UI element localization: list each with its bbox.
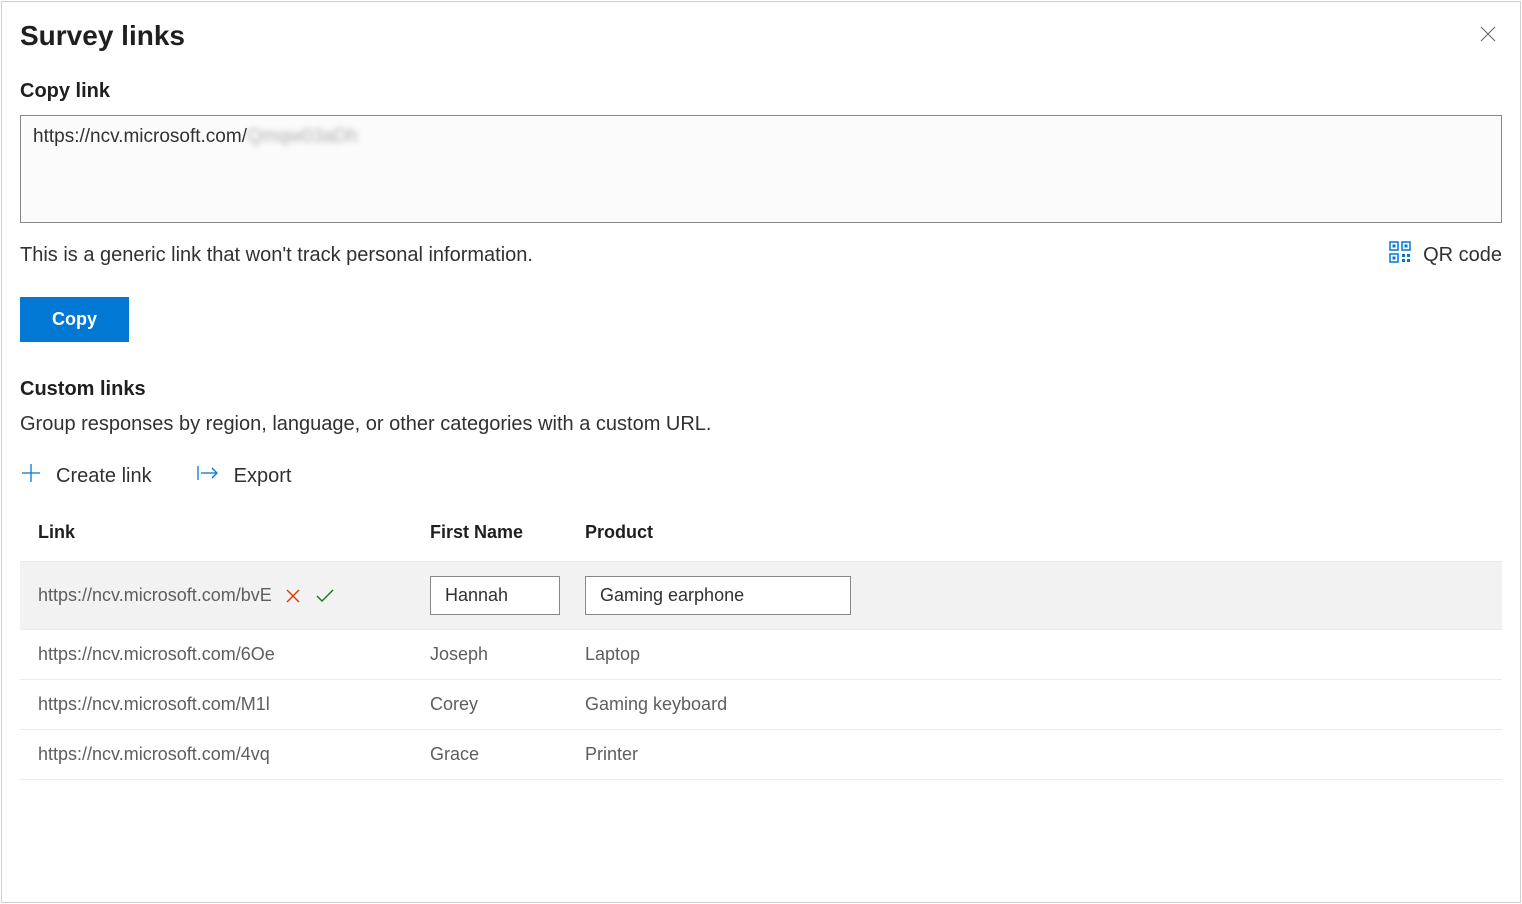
table-row[interactable]: https://ncv.microsoft.com/bvE — [20, 562, 1502, 630]
link-cell: https://ncv.microsoft.com/4vq — [38, 744, 430, 765]
qr-code-icon — [1389, 241, 1411, 269]
col-header-first-name: First Name — [430, 522, 585, 543]
table-row[interactable]: https://ncv.microsoft.com/4vq Grace Prin… — [20, 730, 1502, 780]
first-name-cell: Joseph — [430, 644, 585, 665]
first-name-cell: Corey — [430, 694, 585, 715]
table-row[interactable]: https://ncv.microsoft.com/M1l Corey Gami… — [20, 680, 1502, 730]
qr-code-label: QR code — [1423, 244, 1502, 267]
product-input[interactable] — [585, 576, 851, 615]
link-description: This is a generic link that won't track … — [20, 244, 533, 267]
create-link-label: Create link — [56, 465, 152, 488]
col-header-link: Link — [38, 522, 430, 543]
product-cell: Laptop — [585, 644, 1502, 665]
link-cell: https://ncv.microsoft.com/bvE — [38, 585, 430, 606]
row-link-text: https://ncv.microsoft.com/bvE — [38, 585, 272, 606]
link-cell: https://ncv.microsoft.com/6Oe — [38, 644, 430, 665]
first-name-cell: Grace — [430, 744, 585, 765]
row-confirm-button[interactable] — [314, 587, 336, 605]
table-header-row: Link First Name Product — [20, 522, 1502, 562]
link-textbox[interactable]: https://ncv.microsoft.com/Qmqw03aDh — [20, 115, 1502, 223]
custom-links-actions: Create link Export — [20, 462, 1502, 490]
panel-header: Survey links — [20, 20, 1502, 80]
survey-links-panel: Survey links Copy link https://ncv.micro… — [1, 1, 1521, 903]
copy-link-label: Copy link — [20, 80, 1502, 103]
link-cell: https://ncv.microsoft.com/M1l — [38, 694, 430, 715]
custom-links-label: Custom links — [20, 378, 1502, 401]
link-url-blurred: Qmqw03aDh — [247, 126, 358, 147]
close-button[interactable] — [1474, 20, 1502, 51]
first-name-cell — [430, 576, 585, 615]
link-description-row: This is a generic link that won't track … — [20, 241, 1502, 269]
export-button[interactable]: Export — [196, 462, 292, 490]
export-label: Export — [234, 465, 292, 488]
create-link-button[interactable]: Create link — [20, 462, 152, 490]
product-cell — [585, 576, 1502, 615]
close-icon — [1478, 24, 1498, 44]
check-icon — [314, 587, 336, 605]
first-name-input[interactable] — [430, 576, 560, 615]
table-row[interactable]: https://ncv.microsoft.com/6Oe Joseph Lap… — [20, 630, 1502, 680]
export-icon — [196, 464, 220, 488]
product-cell: Gaming keyboard — [585, 694, 1502, 715]
custom-links-description: Group responses by region, language, or … — [20, 413, 1502, 436]
row-cancel-button[interactable] — [284, 587, 302, 605]
panel-title: Survey links — [20, 20, 185, 52]
product-cell: Printer — [585, 744, 1502, 765]
row-link-text: https://ncv.microsoft.com/4vq — [38, 744, 270, 765]
qr-code-button[interactable]: QR code — [1389, 241, 1502, 269]
plus-icon — [20, 462, 42, 490]
copy-button[interactable]: Copy — [20, 297, 129, 342]
custom-links-table: Link First Name Product https://ncv.micr… — [20, 522, 1502, 780]
row-link-text: https://ncv.microsoft.com/6Oe — [38, 644, 275, 665]
col-header-product: Product — [585, 522, 1502, 543]
link-url-prefix: https://ncv.microsoft.com/ — [33, 126, 247, 147]
x-icon — [284, 587, 302, 605]
row-link-text: https://ncv.microsoft.com/M1l — [38, 694, 270, 715]
